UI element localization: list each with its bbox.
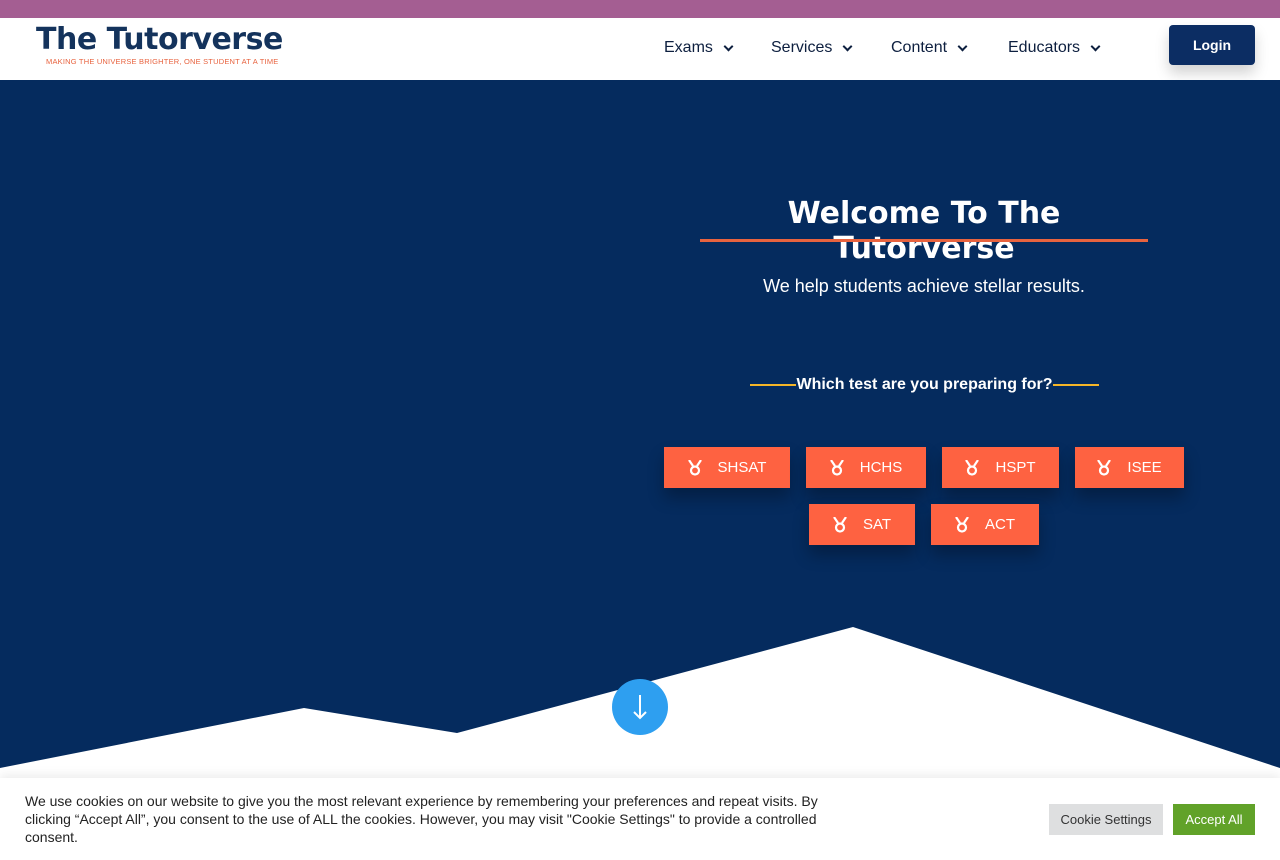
hero-section: Welcome To The Tutorverse We help studen… (0, 80, 1280, 780)
logo-title: The Tutorverse (36, 22, 283, 57)
medal-icon (965, 459, 980, 476)
chevron-down-icon (842, 41, 853, 51)
prompt-line-left (750, 384, 797, 386)
test-prompt: Which test are you preparing for? (750, 374, 1099, 396)
hero-subtitle: We help students achieve stellar results… (763, 276, 1085, 296)
login-button[interactable]: Login (1169, 25, 1255, 65)
test-button-sat[interactable]: SAT (809, 504, 915, 545)
test-button-hchs[interactable]: HCHS (806, 447, 926, 488)
prompt-line-right (1052, 384, 1099, 386)
test-button-hspt[interactable]: HSPT (942, 447, 1059, 488)
test-button-label: ACT (985, 516, 1015, 533)
hero-title-underline (700, 239, 1148, 242)
test-button-label: HSPT (995, 459, 1036, 476)
chevron-down-icon (723, 41, 734, 51)
test-button-label: ISEE (1127, 459, 1162, 476)
medal-icon (833, 516, 847, 533)
medal-icon (955, 516, 969, 533)
medal-icon (687, 459, 702, 476)
nav-exams-label: Exams (664, 39, 713, 56)
test-button-isee[interactable]: ISEE (1075, 447, 1184, 488)
chevron-down-icon (957, 41, 968, 51)
logo-tagline: Making the universe brighter, one studen… (46, 57, 279, 66)
cookie-banner: We use cookies on our website to give yo… (0, 778, 1280, 860)
chevron-down-icon (1090, 41, 1101, 51)
test-button-label: SAT (862, 516, 892, 533)
scroll-down-button[interactable] (612, 679, 668, 735)
medal-icon (1097, 459, 1112, 476)
site-logo[interactable]: The Tutorverse Making the universe brigh… (36, 22, 283, 67)
test-button-label: HCHS (859, 459, 903, 476)
test-button-act[interactable]: ACT (931, 504, 1039, 545)
cookie-message: We use cookies on our website to give yo… (25, 793, 818, 845)
test-button-shsat[interactable]: SHSAT (664, 447, 790, 488)
cookie-settings-button[interactable]: Cookie Settings (1049, 804, 1163, 835)
test-button-label: SHSAT (717, 459, 767, 476)
accept-all-button[interactable]: Accept All (1173, 804, 1255, 835)
nav-exams[interactable]: Exams (664, 36, 734, 60)
nav-services-label: Services (771, 39, 833, 56)
nav-educators[interactable]: Educators (1008, 36, 1101, 60)
test-prompt-text: Which test are you preparing for? (796, 376, 1053, 393)
mountain-shape (0, 627, 1280, 780)
nav-content-label: Content (891, 39, 948, 56)
nav-educators-label: Educators (1008, 39, 1081, 56)
hero-title: Welcome To The Tutorverse (787, 196, 1061, 266)
nav-services[interactable]: Services (771, 36, 853, 60)
site-header: The Tutorverse Making the universe brigh… (0, 18, 1280, 80)
medal-icon (829, 459, 844, 476)
arrow-down-icon (633, 695, 647, 720)
nav-content[interactable]: Content (891, 36, 968, 60)
top-accent-strip (0, 0, 1280, 18)
